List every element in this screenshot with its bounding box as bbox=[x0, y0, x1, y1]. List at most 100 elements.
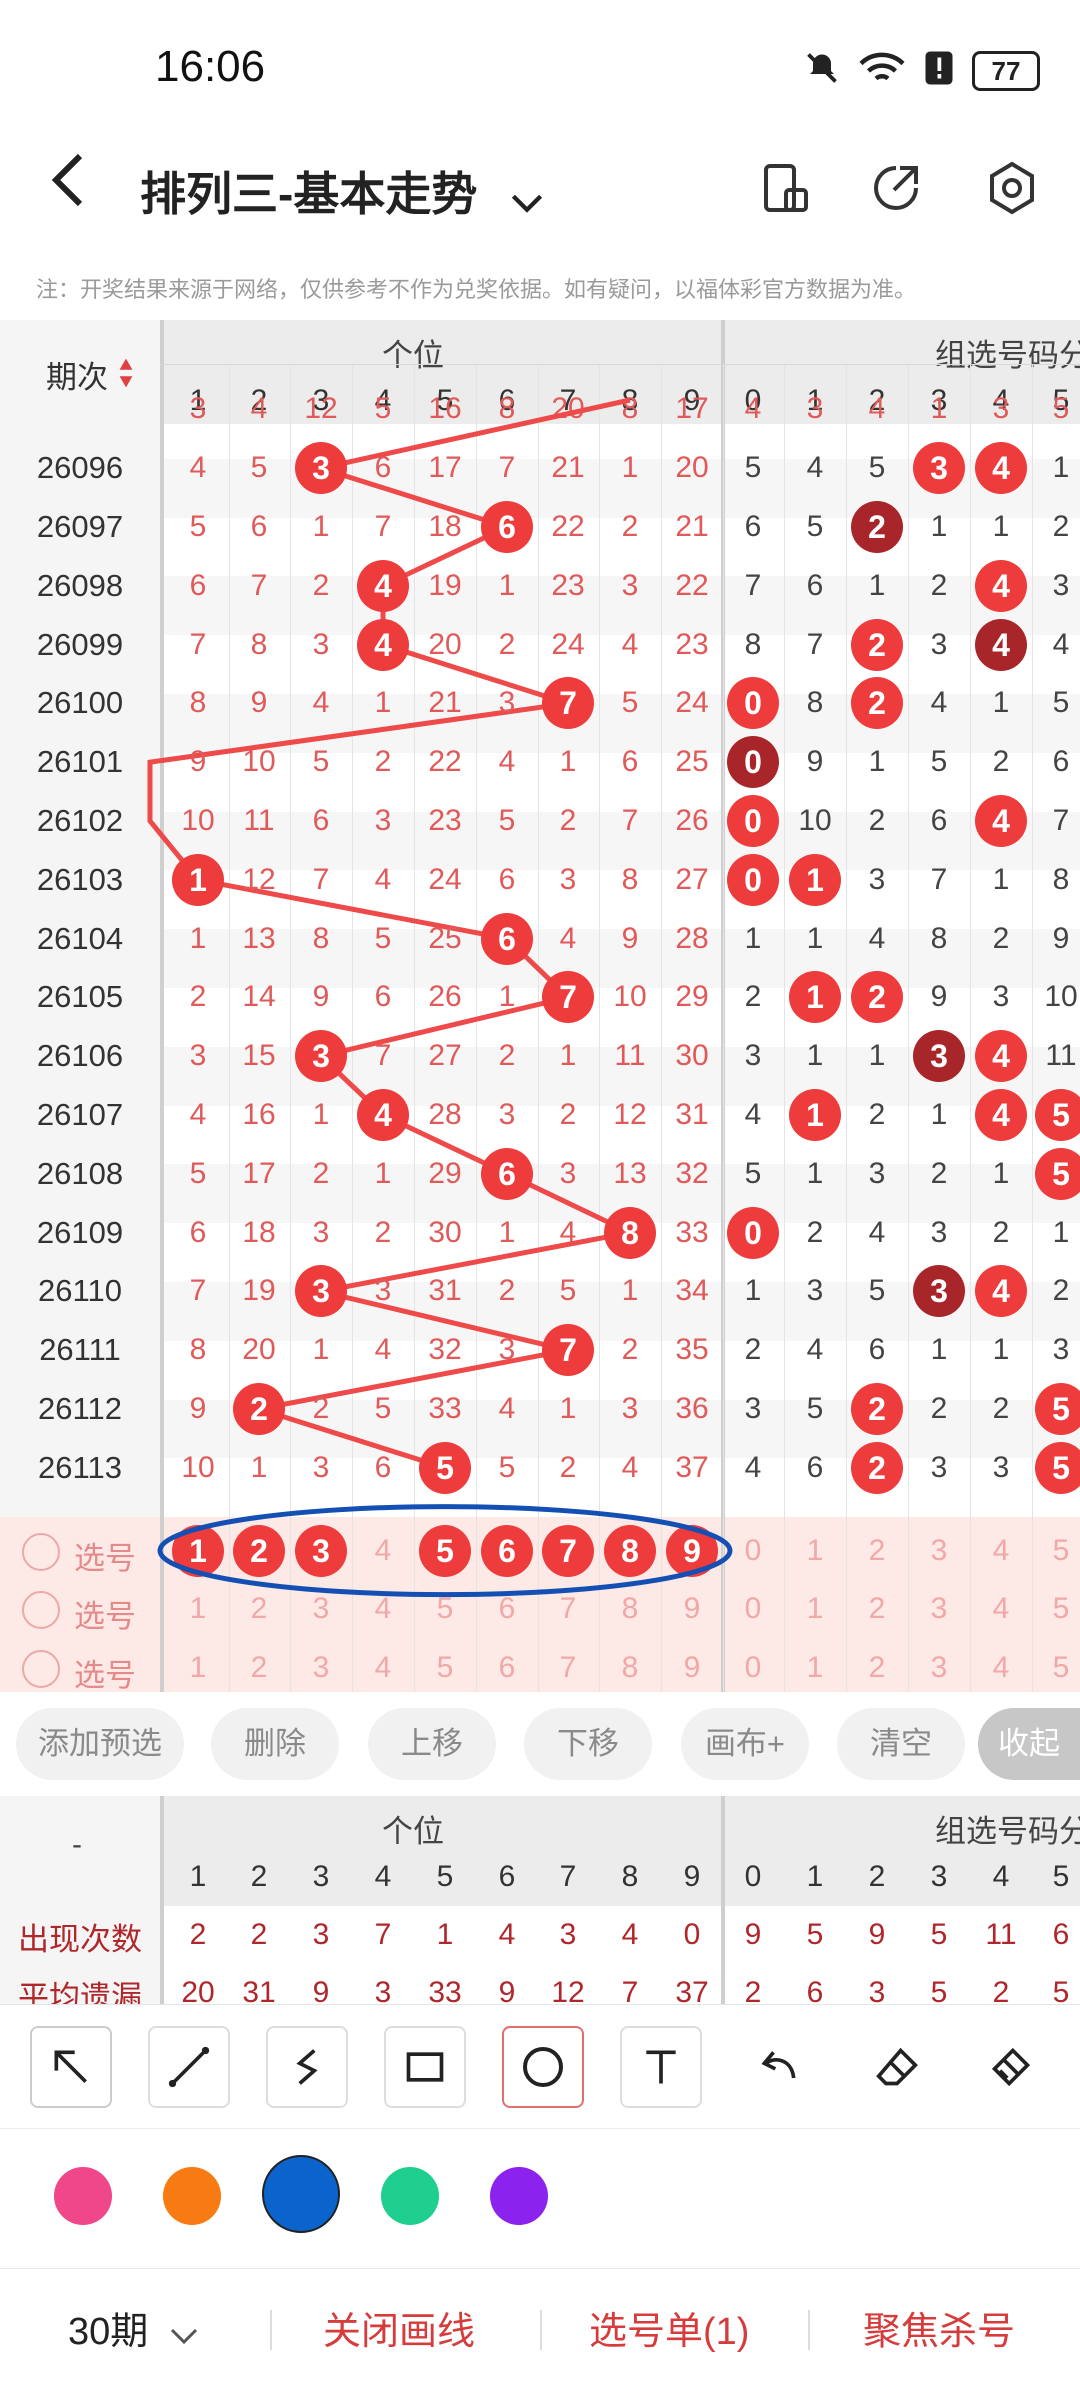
selected-number[interactable]: 8 bbox=[604, 1524, 656, 1577]
table-cell: 13 bbox=[242, 921, 276, 955]
curve-tool-icon[interactable] bbox=[266, 2026, 348, 2108]
delete-button[interactable]: 删除 bbox=[211, 1708, 339, 1780]
select-number[interactable]: 1 bbox=[167, 1580, 229, 1638]
select-number[interactable]: 4 bbox=[970, 1639, 1032, 1692]
select-number[interactable]: 5 bbox=[414, 1580, 476, 1638]
selection-list-button[interactable]: 选号单(1) bbox=[589, 2300, 749, 2355]
clear-button[interactable]: 清空 bbox=[837, 1708, 965, 1780]
select-number[interactable]: 2 bbox=[846, 1639, 908, 1692]
share-icon[interactable] bbox=[868, 160, 924, 216]
select-number[interactable]: 5 bbox=[414, 1639, 476, 1692]
select-radio[interactable] bbox=[22, 1532, 60, 1571]
select-label[interactable]: 选号 bbox=[74, 1533, 136, 1578]
chevron-down-icon[interactable] bbox=[510, 171, 544, 225]
trend-table[interactable]: 期次 个位 组选号码分 1 2 3 4 5 6 7 8 9 0 1 2 3 4 5 3 4 12 5 16 8 20 8 17 4 3 4… bbox=[0, 320, 1080, 1692]
select-number[interactable]: 9 bbox=[661, 1580, 723, 1638]
select-number[interactable]: 7 bbox=[537, 1639, 599, 1692]
color-green[interactable] bbox=[381, 2167, 439, 2225]
select-number[interactable]: 8 bbox=[599, 1580, 661, 1638]
select-number[interactable]: 0 bbox=[722, 1580, 784, 1638]
color-purple[interactable] bbox=[490, 2167, 548, 2225]
color-pink[interactable] bbox=[54, 2167, 112, 2225]
select-number[interactable]: 5 bbox=[1030, 1522, 1080, 1580]
select-label[interactable]: 选号 bbox=[74, 1591, 136, 1636]
select-number[interactable]: 8 bbox=[599, 1639, 661, 1692]
arrow-tool-icon[interactable] bbox=[30, 2026, 112, 2108]
table-cell: 3 bbox=[374, 1274, 392, 1308]
undo-icon[interactable] bbox=[738, 2026, 820, 2108]
select-radio[interactable] bbox=[22, 1650, 60, 1689]
stats-cell: 3 bbox=[312, 1918, 330, 1951]
table-cell: 3 bbox=[559, 862, 577, 896]
back-icon[interactable] bbox=[48, 150, 88, 210]
close-drawing-button[interactable]: 关闭画线 bbox=[323, 2300, 475, 2355]
select-number[interactable]: 0 bbox=[722, 1522, 784, 1580]
select-number[interactable]: 2 bbox=[228, 1580, 290, 1638]
table-cell: 4 bbox=[374, 1333, 392, 1367]
selected-number[interactable]: 3 bbox=[295, 1524, 347, 1577]
select-number[interactable]: 4 bbox=[970, 1580, 1032, 1638]
select-number[interactable]: 0 bbox=[722, 1639, 784, 1692]
select-number[interactable]: 5 bbox=[1030, 1580, 1080, 1638]
table-cell: 3 bbox=[312, 627, 330, 661]
selected-number[interactable]: 1 bbox=[172, 1524, 224, 1577]
move-down-button[interactable]: 下移 bbox=[524, 1708, 652, 1780]
select-number[interactable]: 7 bbox=[537, 1580, 599, 1638]
color-blue-selected[interactable] bbox=[262, 2155, 340, 2233]
rectangle-tool-icon[interactable] bbox=[384, 2026, 466, 2108]
select-label[interactable]: 选号 bbox=[74, 1650, 136, 1692]
eraser-icon[interactable] bbox=[856, 2026, 938, 2108]
rotate-screen-icon[interactable] bbox=[758, 160, 814, 216]
period-label: 26108 bbox=[36, 1155, 124, 1191]
select-number[interactable]: 6 bbox=[476, 1580, 538, 1638]
add-preselect-button[interactable]: 添加预选 bbox=[16, 1708, 184, 1780]
select-number[interactable]: 2 bbox=[846, 1580, 908, 1638]
select-number[interactable]: 6 bbox=[476, 1639, 538, 1692]
circle-tool-icon[interactable] bbox=[502, 2026, 584, 2108]
select-number[interactable]: 3 bbox=[908, 1580, 970, 1638]
collapse-button[interactable]: 收起 bbox=[978, 1708, 1080, 1780]
canvas-plus-button[interactable]: 画布+ bbox=[681, 1708, 809, 1780]
group-hit-ball: 0 bbox=[727, 677, 779, 730]
settings-icon[interactable] bbox=[984, 160, 1040, 216]
table-cell: 2 bbox=[374, 745, 392, 779]
table-cell: 10 bbox=[1044, 980, 1078, 1014]
period-label: 26096 bbox=[36, 450, 124, 486]
text-tool-icon[interactable] bbox=[620, 2026, 702, 2108]
select-number[interactable]: 5 bbox=[1030, 1639, 1080, 1692]
select-number[interactable]: 9 bbox=[661, 1639, 723, 1692]
table-cell: 7 bbox=[374, 510, 392, 543]
select-number[interactable]: 1 bbox=[167, 1639, 229, 1692]
select-number[interactable]: 3 bbox=[908, 1639, 970, 1692]
table-cell: 1 bbox=[621, 1274, 639, 1308]
select-number[interactable]: 1 bbox=[784, 1580, 846, 1638]
select-number[interactable]: 4 bbox=[352, 1639, 414, 1692]
select-number[interactable]: 1 bbox=[784, 1522, 846, 1580]
select-number[interactable]: 3 bbox=[290, 1580, 352, 1638]
table-cell: 17 bbox=[242, 1156, 276, 1190]
select-number[interactable]: 3 bbox=[290, 1639, 352, 1692]
color-orange[interactable] bbox=[163, 2167, 221, 2225]
select-number[interactable]: 4 bbox=[970, 1522, 1032, 1580]
selected-number[interactable]: 5 bbox=[419, 1524, 471, 1577]
select-number[interactable]: 2 bbox=[846, 1522, 908, 1580]
select-number[interactable]: 4 bbox=[352, 1580, 414, 1638]
group-hit-ball: 0 bbox=[727, 1206, 779, 1259]
select-number[interactable]: 4 bbox=[352, 1522, 414, 1580]
select-number[interactable]: 2 bbox=[228, 1639, 290, 1692]
selected-number[interactable]: 6 bbox=[481, 1524, 533, 1577]
select-number[interactable]: 3 bbox=[908, 1522, 970, 1580]
table-cell: 1 bbox=[312, 1098, 330, 1131]
focus-kill-button[interactable]: 聚焦杀号 bbox=[863, 2300, 1015, 2355]
move-up-button[interactable]: 上移 bbox=[368, 1708, 496, 1780]
period-selector[interactable]: 30期 bbox=[68, 2300, 199, 2355]
table-cell: 7 bbox=[1052, 804, 1070, 837]
clear-brush-icon[interactable] bbox=[970, 2026, 1052, 2108]
select-number[interactable]: 1 bbox=[784, 1639, 846, 1692]
table-cell: 3 bbox=[312, 1215, 330, 1249]
line-tool-icon[interactable] bbox=[148, 2026, 230, 2108]
selected-number[interactable]: 7 bbox=[542, 1524, 594, 1577]
table-cell: 2 bbox=[312, 1392, 330, 1425]
selected-number[interactable]: 2 bbox=[233, 1524, 285, 1577]
selected-number[interactable]: 9 bbox=[666, 1524, 718, 1577]
